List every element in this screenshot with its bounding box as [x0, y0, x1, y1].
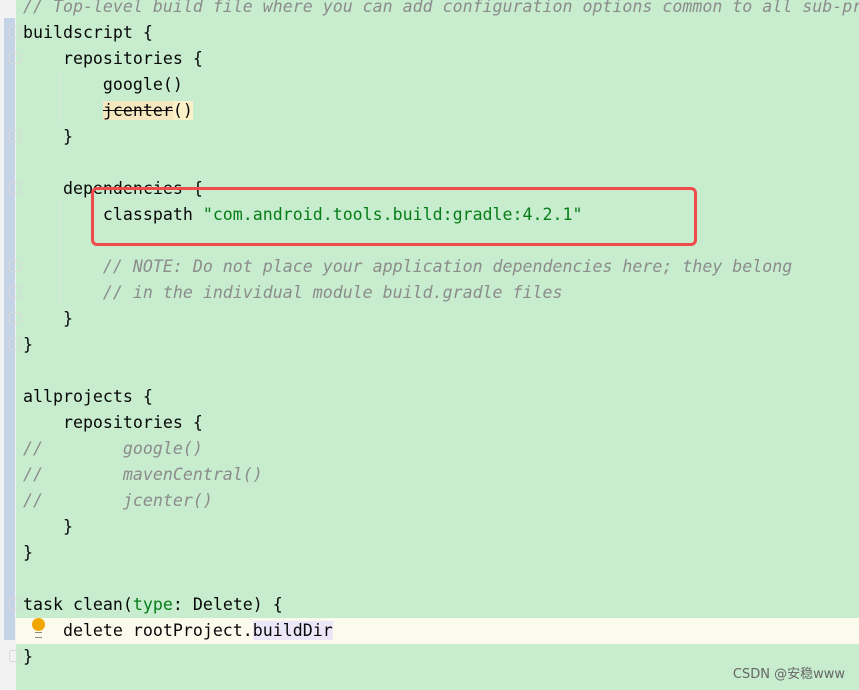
- code-line: repositories {: [23, 413, 203, 432]
- comment: // in the individual module build.gradle…: [23, 283, 563, 302]
- code-line: task clean(type: Delete) {: [16, 592, 859, 618]
- code-line: // google(): [16, 436, 859, 462]
- fold-icon[interactable]: [9, 312, 21, 324]
- fold-icon[interactable]: [9, 52, 21, 64]
- code-line: jcenter(): [16, 98, 859, 124]
- code-editor[interactable]: // Top-level build file where you can ad…: [16, 0, 859, 690]
- fold-icon[interactable]: [9, 286, 21, 298]
- deprecated-call: jcenter(): [102, 101, 193, 120]
- comment: // NOTE: Do not place your application d…: [23, 257, 793, 276]
- comment: // jcenter(): [23, 491, 213, 510]
- code-line: // jcenter(): [16, 488, 859, 514]
- code-line: }: [23, 309, 73, 328]
- change-marker: [4, 18, 15, 640]
- code-line: }: [23, 517, 73, 536]
- code-line: buildscript {: [23, 23, 153, 42]
- watermark: CSDN @安稳www: [732, 667, 845, 682]
- named-arg: type: [132, 595, 173, 614]
- fold-icon[interactable]: [9, 338, 21, 350]
- deprecated-method: jcenter: [102, 101, 173, 120]
- indent-guide: [60, 202, 61, 302]
- code-line: }: [23, 335, 33, 354]
- code-line: // mavenCentral(): [16, 462, 859, 488]
- fold-icon[interactable]: [9, 26, 21, 38]
- fold-icon[interactable]: [9, 650, 21, 662]
- code-line: // in the individual module build.gradle…: [16, 280, 859, 306]
- fold-icon[interactable]: [9, 260, 21, 272]
- comment: // google(): [23, 439, 203, 458]
- highlight-box: [91, 187, 697, 246]
- comment: // Top-level build file where you can ad…: [23, 0, 859, 16]
- fold-icon[interactable]: [9, 598, 21, 610]
- task-type: : Delete) {: [172, 595, 283, 614]
- code-line: allprojects {: [23, 387, 153, 406]
- lightbulb-icon[interactable]: [32, 618, 45, 638]
- code-line: google(): [23, 75, 183, 94]
- current-line: delete rootProject.buildDir: [16, 618, 859, 644]
- code-line: }: [23, 543, 33, 562]
- task-decl: task clean(: [23, 595, 133, 614]
- code-line: }: [23, 127, 73, 146]
- parens: (): [172, 101, 193, 120]
- code-line: // Top-level build file where you can ad…: [16, 0, 859, 20]
- fold-icon[interactable]: [9, 182, 21, 194]
- indent-guide: [60, 72, 61, 122]
- fold-icon[interactable]: [9, 130, 21, 142]
- code-line: // NOTE: Do not place your application d…: [16, 254, 859, 280]
- build-dir-property: buildDir: [252, 621, 333, 640]
- delete-call: delete rootProject.: [23, 621, 253, 640]
- comment: // mavenCentral(): [23, 465, 263, 484]
- code-line: repositories {: [23, 49, 203, 68]
